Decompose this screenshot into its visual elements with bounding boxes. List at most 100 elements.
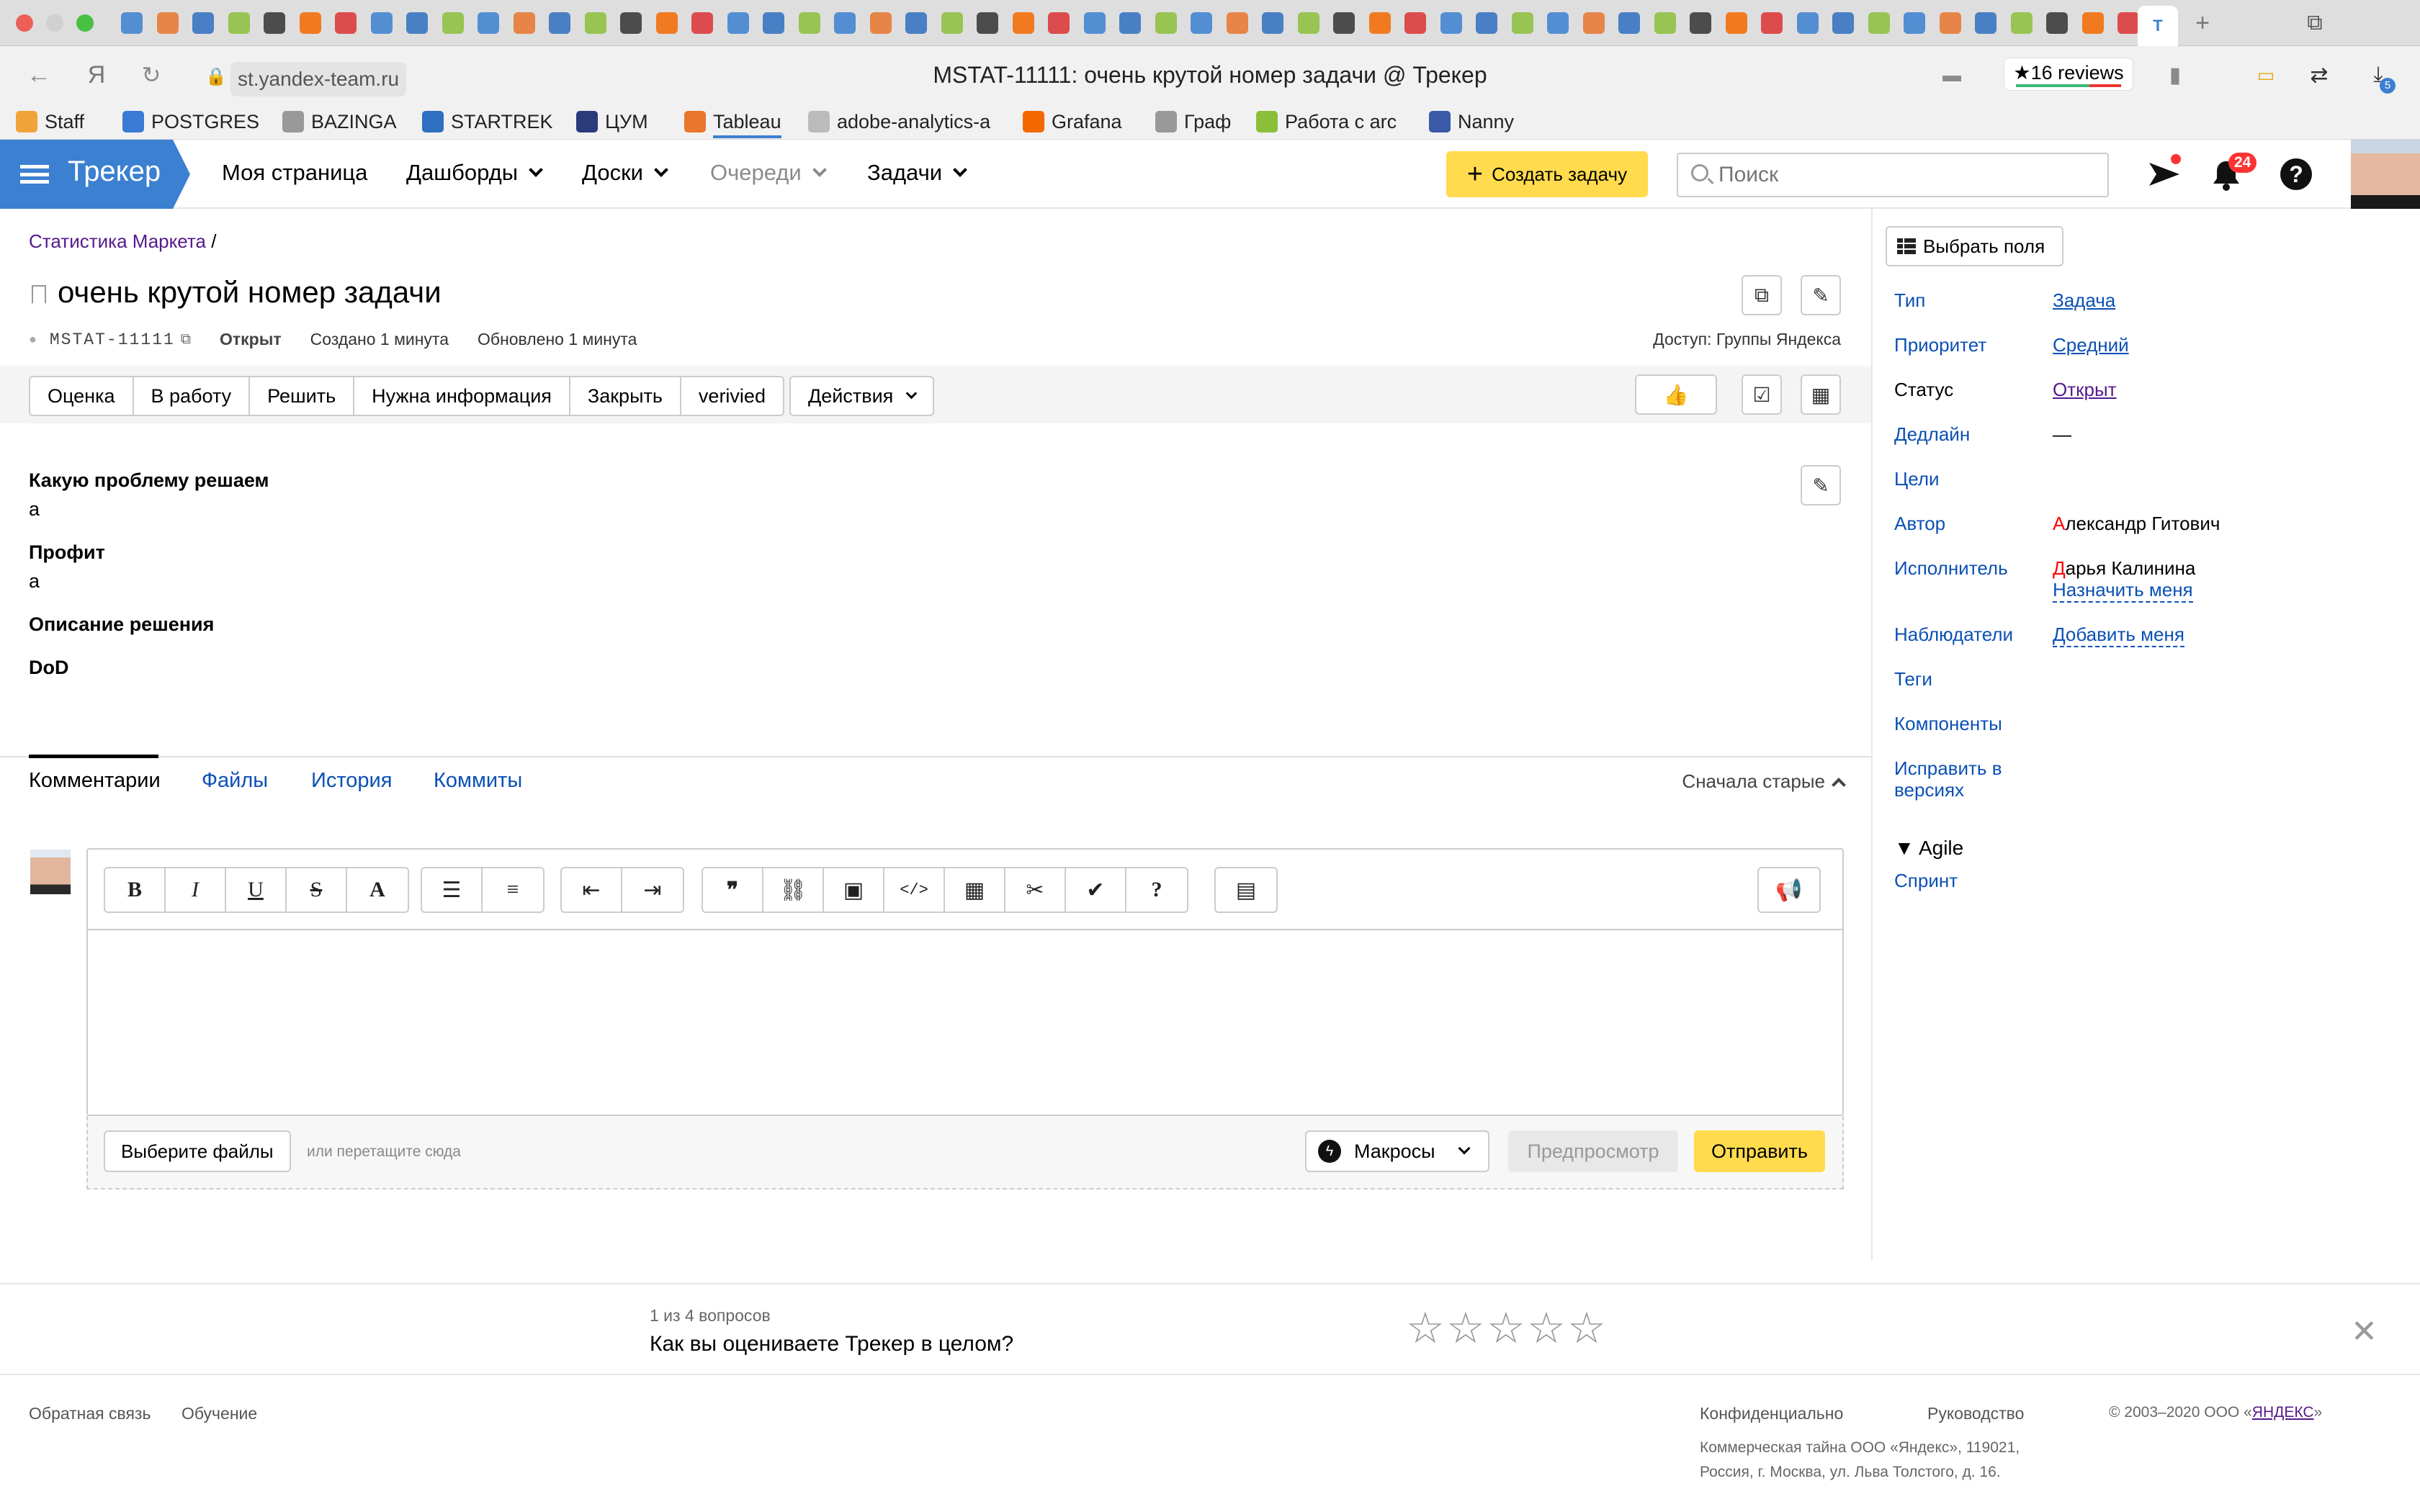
bookmark-item[interactable]: Tableau — [684, 109, 781, 138]
tab-favicon[interactable] — [1868, 12, 1890, 34]
bold-icon[interactable]: B — [105, 868, 166, 912]
checkmark-icon[interactable]: ✔ — [1066, 868, 1126, 912]
field-assignee-value[interactable]: Дарья Калинина — [2053, 557, 2195, 580]
macros-dropdown[interactable]: ϟ Макросы — [1305, 1130, 1489, 1172]
footer-guide-link[interactable]: Руководство — [1927, 1404, 2024, 1423]
tab-favicon[interactable] — [905, 12, 927, 34]
close-icon[interactable]: ✕ — [2351, 1313, 2378, 1350]
tab-favicon[interactable] — [2118, 12, 2139, 34]
field-type-value[interactable]: Задача — [2053, 289, 2115, 312]
field-components-label[interactable]: Компоненты — [1894, 713, 2002, 735]
bookmark-item[interactable]: Граф — [1155, 109, 1231, 134]
send-button[interactable]: Отправить — [1694, 1130, 1825, 1172]
search-input[interactable] — [1718, 160, 2093, 190]
tracker-logo[interactable]: Трекер — [0, 140, 190, 209]
tab-commits[interactable]: Коммиты — [434, 769, 522, 793]
action-estimate-button[interactable]: Оценка — [30, 377, 134, 415]
tab-favicon[interactable] — [655, 12, 678, 34]
tab-favicon[interactable] — [1048, 12, 1070, 34]
nav-boards[interactable]: Доски — [582, 160, 668, 186]
tab-favicon[interactable] — [977, 12, 998, 34]
bookmark-item[interactable]: Nanny — [1429, 109, 1514, 134]
copy-link-button[interactable]: ⧉ — [1742, 275, 1782, 315]
tab-favicon[interactable] — [620, 12, 642, 34]
tab-favicon[interactable] — [1904, 12, 1925, 34]
rating-star-icon[interactable]: ☆ — [1527, 1303, 1566, 1354]
indent-icon[interactable]: ⇥ — [622, 868, 683, 912]
outdent-icon[interactable]: ⇤ — [562, 868, 622, 912]
checklist-button[interactable]: ☑ — [1742, 374, 1782, 415]
tab-favicon[interactable] — [1368, 12, 1391, 34]
tab-favicon[interactable] — [727, 12, 749, 34]
copy-key-icon[interactable]: ⧉ — [181, 331, 191, 348]
tab-favicon[interactable] — [1547, 12, 1569, 34]
sort-order-toggle[interactable]: Сначала старые — [1682, 770, 1846, 793]
link-icon[interactable]: ⛓ — [763, 868, 824, 912]
tab-favicon[interactable] — [1511, 12, 1533, 34]
comment-textarea[interactable] — [88, 930, 1842, 1115]
tab-favicon[interactable] — [1832, 12, 1854, 34]
image-icon[interactable]: ▣ — [824, 868, 884, 912]
tab-favicon[interactable] — [834, 12, 856, 34]
cut-icon[interactable]: ✂ — [1005, 868, 1066, 912]
choose-fields-button[interactable]: Выбрать поля — [1886, 226, 2064, 266]
tab-favicon[interactable] — [370, 12, 393, 34]
tab-favicon[interactable] — [2081, 12, 2104, 34]
text-color-icon[interactable]: A — [347, 868, 408, 912]
like-button[interactable]: 👍 — [1635, 374, 1717, 415]
tab-comments[interactable]: Комментарии — [29, 769, 161, 793]
tab-favicon[interactable] — [442, 12, 464, 34]
bookmark-item[interactable]: BAZINGA — [282, 109, 397, 134]
tab-favicon[interactable] — [1725, 12, 1747, 34]
code-icon[interactable]: </> — [884, 868, 945, 912]
megaphone-icon[interactable]: 📢 — [1759, 868, 1819, 912]
tab-favicon[interactable] — [941, 12, 963, 34]
bookmark-item[interactable]: Grafana — [1023, 109, 1122, 134]
choose-files-button[interactable]: Выберите файлы — [104, 1130, 291, 1172]
tab-favicon[interactable] — [1654, 12, 1676, 34]
tab-favicon[interactable] — [156, 12, 179, 34]
tab-favicon[interactable] — [299, 12, 321, 34]
tab-favicon[interactable] — [1262, 12, 1283, 34]
actions-dropdown[interactable]: Действия — [789, 376, 935, 416]
rating-star-icon[interactable]: ☆ — [1487, 1303, 1525, 1354]
tab-favicon[interactable] — [1796, 12, 1819, 34]
tab-favicon[interactable] — [584, 12, 606, 34]
edit-description-button[interactable]: ✎ — [1801, 465, 1841, 505]
field-status-value[interactable]: Открыт — [2053, 379, 2117, 401]
tab-favicon[interactable] — [1119, 12, 1141, 34]
tab-favicon[interactable] — [1761, 12, 1783, 34]
field-goals-label[interactable]: Цели — [1894, 468, 1940, 490]
tab-favicon[interactable] — [1975, 12, 1996, 34]
rating-star-icon[interactable]: ☆ — [1567, 1303, 1606, 1354]
preview-button[interactable]: Предпросмотр — [1508, 1130, 1678, 1172]
tab-favicon[interactable] — [1012, 12, 1034, 34]
tab-files[interactable]: Файлы — [202, 769, 268, 793]
rating-star-icon[interactable]: ☆ — [1446, 1303, 1485, 1354]
action-close-button[interactable]: Закрыть — [570, 377, 681, 415]
footer-feedback-link[interactable]: Обратная связь — [29, 1404, 151, 1423]
edit-title-button[interactable]: ✎ — [1801, 275, 1841, 315]
bookmark-item[interactable]: POSTGRES — [122, 109, 259, 134]
action-resolve-button[interactable]: Решить — [250, 377, 355, 415]
field-author-value[interactable]: Александр Гитович — [2053, 513, 2220, 535]
user-avatar[interactable] — [2351, 140, 2420, 209]
field-tags-label[interactable]: Теги — [1894, 668, 1932, 690]
tab-favicon[interactable] — [1404, 12, 1426, 34]
favorite-bookmark-icon[interactable] — [32, 285, 46, 304]
nav-tasks[interactable]: Задачи — [867, 160, 967, 186]
reviews-badge[interactable]: ★16 reviews — [2004, 58, 2133, 91]
tab-favicon[interactable] — [478, 12, 499, 34]
action-verified-button[interactable]: verivied — [681, 377, 783, 415]
tab-favicon[interactable] — [1440, 12, 1462, 34]
tab-favicon[interactable] — [1690, 12, 1711, 34]
italic-icon[interactable]: I — [166, 868, 226, 912]
tab-favicon[interactable] — [1476, 12, 1497, 34]
tab-favicon[interactable] — [192, 12, 214, 34]
tab-favicon[interactable] — [1191, 12, 1212, 34]
issue-key[interactable]: MSTAT-11111 ⧉ — [50, 330, 191, 349]
template-doc-icon[interactable]: ▤ — [1216, 868, 1276, 912]
new-tab-button[interactable]: + — [2190, 9, 2215, 37]
help-icon[interactable]: ? — [2280, 158, 2312, 190]
nav-queues[interactable]: Очереди — [710, 160, 827, 186]
